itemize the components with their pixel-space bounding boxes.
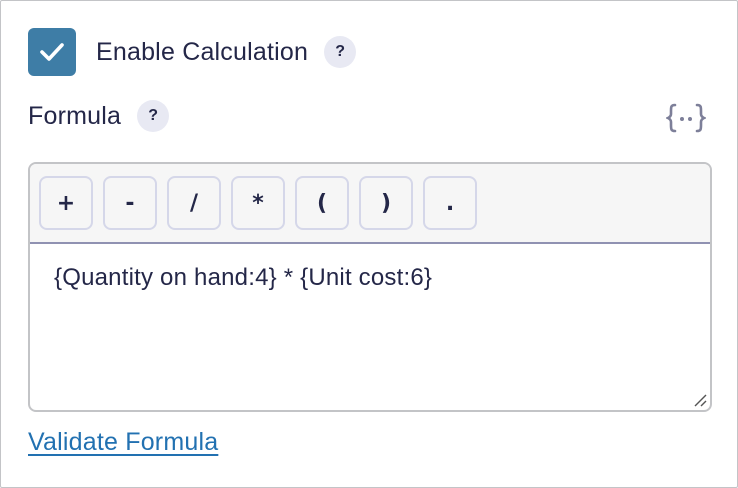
validate-formula-link[interactable]: Validate Formula: [28, 428, 218, 457]
formula-label: Formula: [28, 101, 122, 130]
enable-calculation-checkbox[interactable]: [28, 28, 76, 76]
resize-handle-icon[interactable]: [692, 392, 708, 408]
open-parenthesis-button[interactable]: (: [295, 176, 349, 230]
merge-tag-icon[interactable]: [664, 100, 708, 136]
help-icon[interactable]: ?: [324, 36, 357, 68]
help-icon[interactable]: ?: [137, 100, 170, 132]
enable-calculation-row: Enable Calculation ?: [28, 27, 357, 77]
formula-textarea[interactable]: {Quantity on hand:4} * {Unit cost:6}: [30, 244, 710, 312]
minus-button[interactable]: -: [103, 176, 157, 230]
plus-button[interactable]: +: [39, 176, 93, 230]
multiply-button[interactable]: *: [231, 176, 285, 230]
checkmark-icon: [40, 43, 64, 61]
decimal-button[interactable]: .: [423, 176, 477, 230]
formula-label-row: Formula ?: [28, 98, 170, 134]
enable-calculation-label[interactable]: Enable Calculation: [96, 38, 308, 67]
formula-editor: + - / * ( ) . {Quantity on hand:4} * {Un…: [28, 162, 712, 412]
operator-toolbar: + - / * ( ) .: [30, 164, 710, 244]
merge-tag-glyph: [666, 103, 706, 133]
close-parenthesis-button[interactable]: ): [359, 176, 413, 230]
divide-button[interactable]: /: [167, 176, 221, 230]
